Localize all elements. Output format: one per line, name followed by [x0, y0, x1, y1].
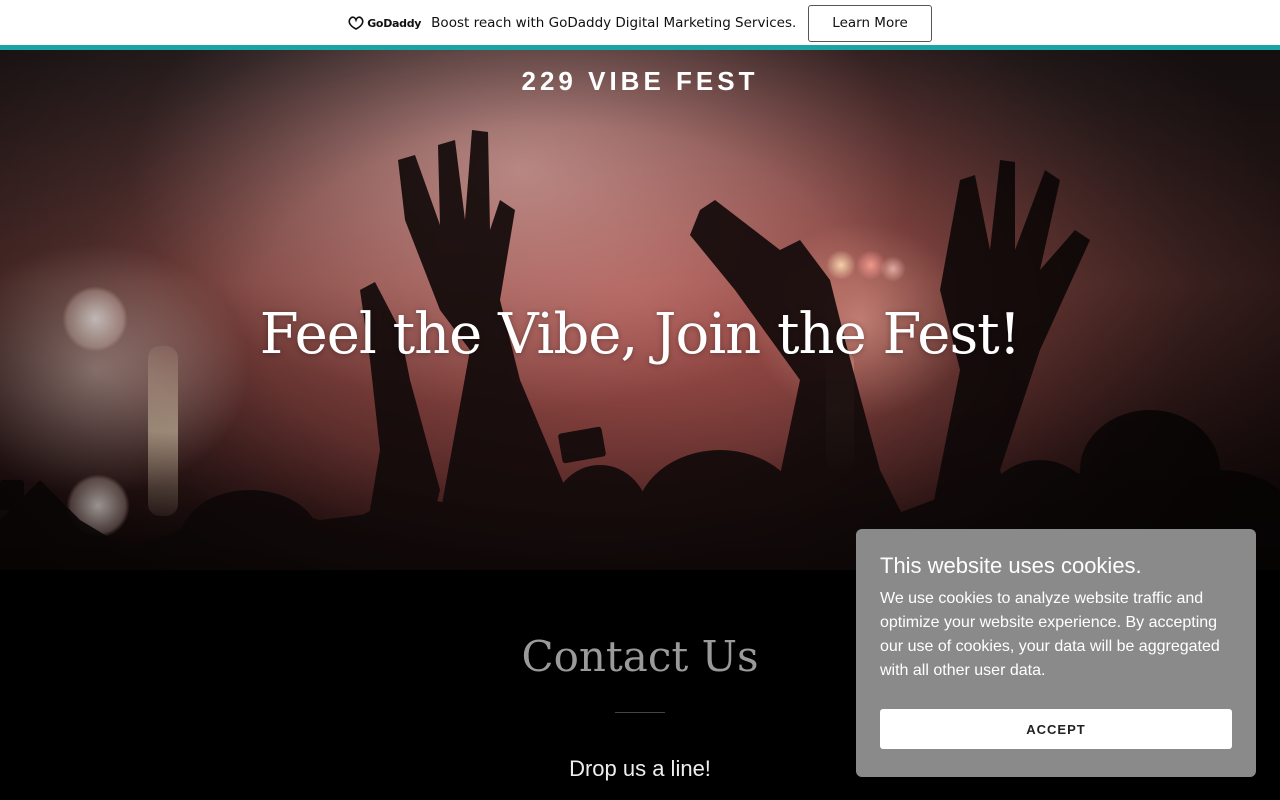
cookie-banner-title: This website uses cookies. — [880, 553, 1142, 578]
hero-heading: Feel the Vibe, Join the Fest! — [259, 302, 1021, 367]
site-title[interactable]: 229 VIBE FEST — [0, 66, 1280, 97]
promo-message: Boost reach with GoDaddy Digital Marketi… — [431, 15, 797, 31]
promo-bar: GoDaddy Boost reach with GoDaddy Digital… — [0, 0, 1280, 46]
cookie-banner-text: We use cookies to analyze website traffi… — [880, 590, 1220, 679]
accept-cookies-button[interactable]: ACCEPT — [880, 709, 1232, 749]
cookie-banner: This website uses cookies. We use cookie… — [856, 529, 1256, 777]
contact-divider — [615, 712, 665, 713]
godaddy-icon — [348, 16, 364, 30]
hero-section: 229 VIBE FEST Feel the Vibe, Join the Fe… — [0, 50, 1280, 570]
godaddy-logo-text: GoDaddy — [367, 16, 422, 30]
godaddy-logo: GoDaddy — [348, 16, 421, 30]
learn-more-button[interactable]: Learn More — [808, 4, 932, 42]
